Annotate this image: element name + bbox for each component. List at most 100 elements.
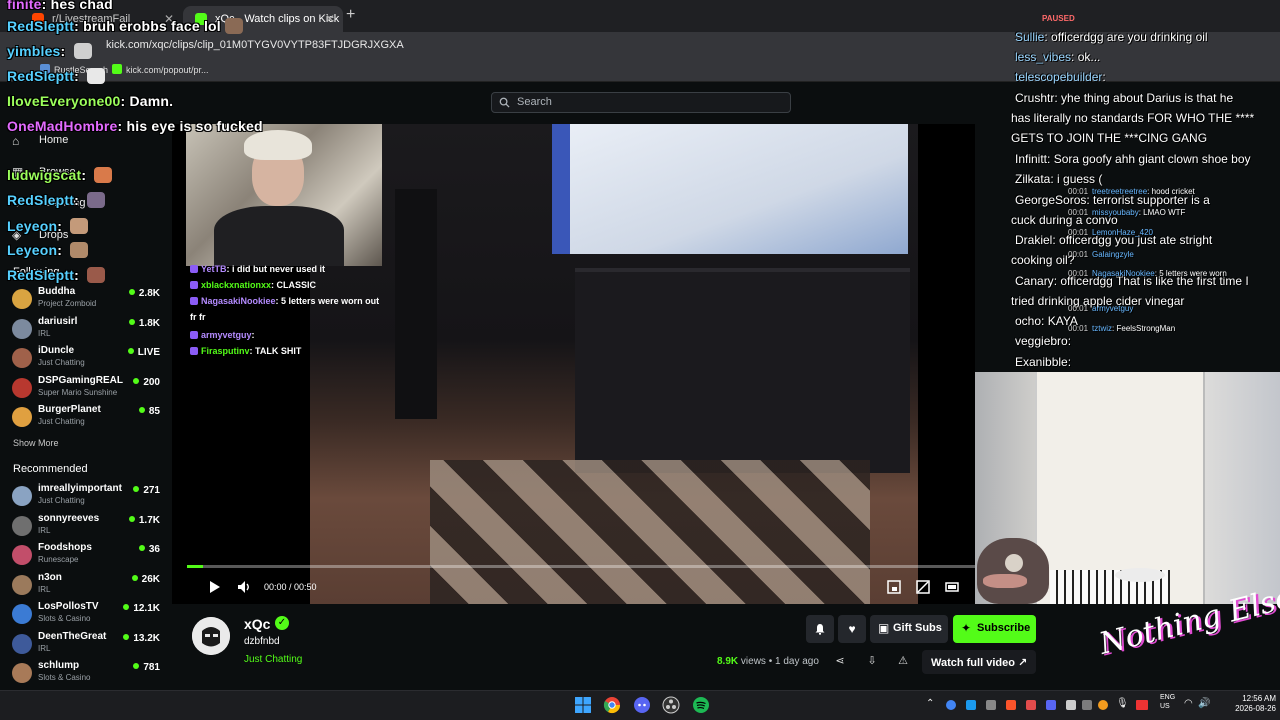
- sidebar-channel-item[interactable]: Foodshops Runescape 36: [12, 542, 172, 570]
- chat-username: RedSleptt: [7, 68, 75, 84]
- chat-text: hes chad: [50, 0, 113, 12]
- chat-username: Zilkata: [1015, 172, 1051, 186]
- system-clock[interactable]: 12:56 AM 2026-08-26: [1226, 694, 1276, 715]
- chat-username: Drakiel: [1015, 233, 1053, 247]
- tray-chrome-icon[interactable]: [946, 700, 956, 710]
- sidebar-channel-item[interactable]: n3on IRL 26K: [12, 572, 172, 600]
- spotify-icon[interactable]: [692, 696, 710, 714]
- sidebar-channel-item[interactable]: Buddha Project Zomboid 2.8K: [12, 286, 172, 314]
- channel-name: DeenTheGreat: [38, 630, 107, 642]
- fish-eye: [1005, 554, 1023, 572]
- right-chat-message: Zilkata: i guess (: [1015, 172, 1103, 186]
- sidebar-channel-item[interactable]: schlump Slots & Casino 781: [12, 660, 172, 688]
- overlay-chat-message: RedSleptt:: [7, 267, 106, 283]
- channel-category: IRL: [38, 525, 51, 535]
- obs-icon[interactable]: [662, 696, 680, 714]
- share-icon[interactable]: ⋖: [832, 654, 848, 670]
- tray-recording-icon[interactable]: [1136, 700, 1148, 710]
- chat-text: LMAO WTF: [1143, 208, 1186, 217]
- tray-overflow-icon[interactable]: ⌃: [926, 698, 934, 709]
- view-count: 8.9K views • 1 day ago: [717, 656, 819, 667]
- tray-recorder-icon[interactable]: [1026, 700, 1036, 710]
- sidebar-channel-item[interactable]: imreallyimportant Just Chatting 271: [12, 483, 172, 511]
- video-tv-screen: [552, 124, 908, 254]
- embedded-chat-message: 00:01 LemonHaze_420: [1068, 228, 1153, 237]
- channel-category: IRL: [38, 584, 51, 594]
- search-input[interactable]: Search: [491, 92, 791, 113]
- chat-username: Exanibble: [1015, 355, 1068, 369]
- bookmark-kick-popout[interactable]: kick.com/popout/pr...: [112, 64, 209, 75]
- report-icon[interactable]: ⚠: [895, 654, 911, 670]
- follow-button[interactable]: ♥: [838, 615, 866, 643]
- sidebar-channel-item[interactable]: iDuncle Just Chatting LIVE: [12, 345, 172, 373]
- sidebar-channel-item[interactable]: BurgerPlanet Just Chatting 85: [12, 404, 172, 432]
- tray-mail-icon[interactable]: [1066, 700, 1076, 710]
- emote-icon: [87, 192, 106, 208]
- new-tab-button[interactable]: +: [346, 6, 355, 24]
- viewer-count: 12.1K: [123, 603, 160, 614]
- avatar: [12, 407, 32, 427]
- chat-timestamp: 00:01: [1068, 208, 1089, 217]
- chrome-icon[interactable]: [603, 696, 621, 714]
- tray-steam-icon[interactable]: [966, 700, 976, 710]
- overlay-chat-message: ludwigscat:: [7, 167, 113, 183]
- recommended-heading: Recommended: [13, 463, 88, 475]
- watch-full-video-button[interactable]: Watch full video ↗: [922, 650, 1036, 674]
- sidebar-channel-item[interactable]: DeenTheGreat IRL 13.2K: [12, 631, 172, 659]
- chat-text: has literally no standards FOR WHO THE *…: [1011, 111, 1255, 125]
- pip-icon[interactable]: [915, 579, 931, 595]
- url-field[interactable]: kick.com/xqc/clips/clip_01M0TYGV0VYTP83F…: [106, 39, 404, 51]
- chat-username: NagasakiNookiee: [1092, 269, 1155, 278]
- clip-category[interactable]: Just Chatting: [244, 654, 302, 665]
- subscribe-button[interactable]: ✦ Subscribe: [953, 615, 1036, 643]
- emote-icon: [94, 167, 113, 183]
- right-chat-message: Infinitt: Sora goofy ahh giant clown sho…: [1015, 152, 1251, 166]
- discord-icon[interactable]: [633, 696, 651, 714]
- channel-name: imreallyimportant: [38, 483, 122, 494]
- channel-name[interactable]: xQc: [244, 616, 270, 632]
- tray-discord-icon[interactable]: [1046, 700, 1056, 710]
- chat-username: Sullie: [1015, 30, 1045, 44]
- download-icon[interactable]: ⇩: [864, 654, 880, 670]
- show-more-button[interactable]: Show More: [13, 438, 59, 448]
- badge-icon: [190, 265, 198, 273]
- tray-brave-icon[interactable]: [1006, 700, 1016, 710]
- gift-subs-button[interactable]: ▣ Gift Subs: [870, 615, 948, 643]
- theater-icon[interactable]: [944, 579, 960, 595]
- streamer-webcam: [186, 124, 382, 266]
- tray-app-icon[interactable]: [986, 700, 996, 710]
- sidebar-channel-item[interactable]: LosPollosTV Slots & Casino 12.1K: [12, 601, 172, 629]
- windows-start-icon[interactable]: [574, 696, 592, 714]
- channel-avatar[interactable]: [192, 617, 230, 655]
- chat-text: 5 letters were worn out: [281, 296, 380, 306]
- sidebar-channel-item[interactable]: dariusirl IRL 1.8K: [12, 316, 172, 344]
- embedded-chat-message: 00:01 tztwiz: FeelsStrongMan: [1068, 324, 1176, 333]
- sidebar-item-home[interactable]: Home: [39, 134, 68, 146]
- speaker-icon[interactable]: 🔊: [1198, 698, 1210, 709]
- video-rug: [430, 460, 870, 605]
- clip-icon[interactable]: [886, 579, 902, 595]
- video-speaker: [395, 189, 437, 419]
- notify-button[interactable]: [806, 615, 834, 643]
- progress-bar[interactable]: [187, 565, 975, 568]
- chat-text: i did but never used it: [232, 264, 326, 274]
- viewer-count: 200: [133, 377, 160, 388]
- channel-name: n3on: [38, 571, 62, 583]
- webcam-hair: [244, 130, 312, 160]
- channel-name: BurgerPlanet: [38, 404, 101, 415]
- tray-mic-icon[interactable]: 🎙: [1116, 698, 1129, 709]
- sidebar-channel-item[interactable]: DSPGamingREAL Super Mario Sunshine 200: [12, 375, 172, 403]
- wifi-icon[interactable]: ◠: [1184, 698, 1193, 709]
- tray-settings-icon[interactable]: [1082, 700, 1092, 710]
- language-indicator[interactable]: ENG US: [1160, 693, 1175, 711]
- volume-icon[interactable]: [236, 579, 252, 595]
- chat-text: fr fr: [190, 312, 206, 322]
- close-icon[interactable]: ✕: [325, 12, 335, 26]
- chat-username: RedSleptt: [7, 267, 75, 283]
- tray-search-icon[interactable]: [1098, 700, 1108, 710]
- viewer-count: 1.8K: [129, 318, 160, 329]
- play-icon[interactable]: [206, 579, 222, 595]
- sidebar-channel-item[interactable]: sonnyreeves IRL 1.7K: [12, 513, 172, 541]
- overlay-chat-message: Leyeon:: [7, 218, 89, 234]
- chat-username: ocho: [1015, 314, 1042, 328]
